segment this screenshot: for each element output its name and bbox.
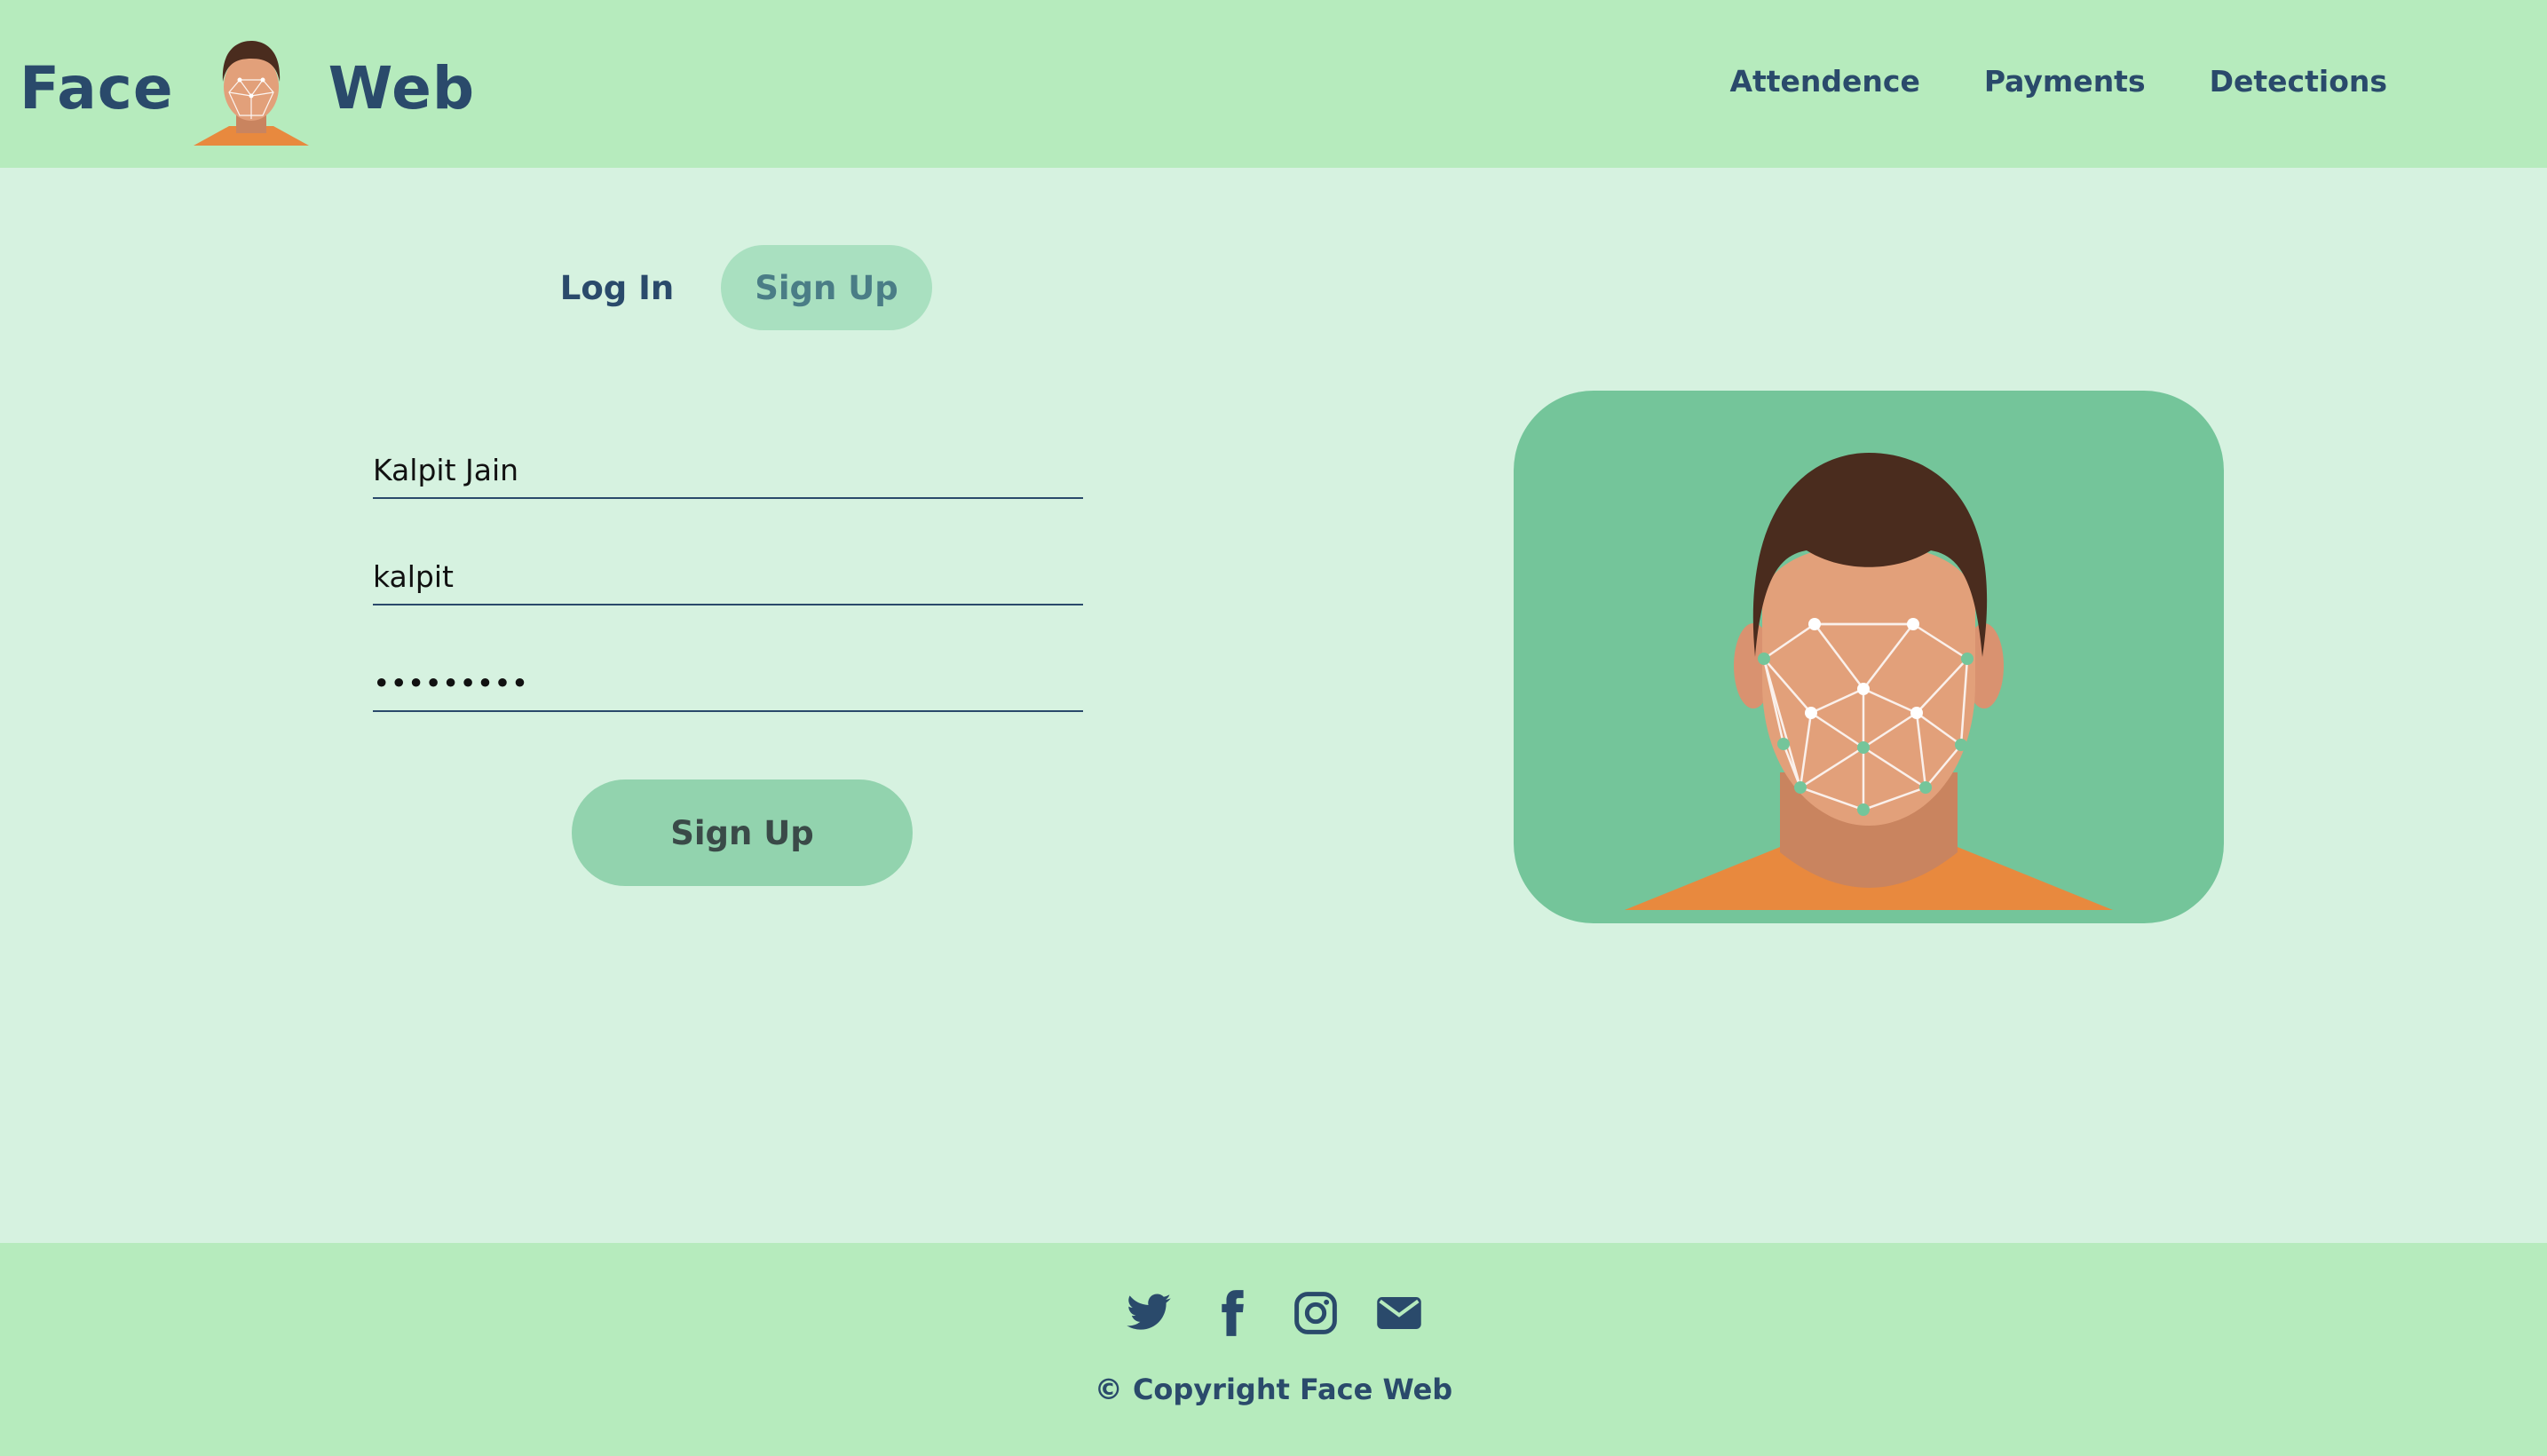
signup-button[interactable]: Sign Up xyxy=(572,779,913,886)
facebook-icon[interactable] xyxy=(1208,1289,1256,1337)
username-field[interactable] xyxy=(373,549,1083,605)
email-icon[interactable] xyxy=(1375,1289,1423,1337)
face-illustration xyxy=(1514,391,2224,923)
face-scan-icon xyxy=(193,41,309,146)
tab-signup[interactable]: Sign Up xyxy=(721,245,932,330)
main-nav: Attendence Payments Detections xyxy=(1729,64,2387,99)
brand-logo[interactable]: Face Web xyxy=(20,30,475,146)
social-links xyxy=(0,1289,2547,1337)
instagram-icon[interactable] xyxy=(1292,1289,1340,1337)
brand-text-web: Web xyxy=(328,53,476,123)
brand-text-face: Face xyxy=(20,53,174,123)
auth-tabs: Log In Sign Up xyxy=(550,245,932,330)
nav-attendence[interactable]: Attendence xyxy=(1729,64,1919,99)
footer: © Copyright Face Web xyxy=(0,1243,2547,1456)
tab-login[interactable]: Log In xyxy=(550,245,684,330)
password-field[interactable] xyxy=(373,655,1083,712)
nav-detections[interactable]: Detections xyxy=(2210,64,2387,99)
face-recognition-icon xyxy=(1625,453,2113,910)
copyright-text: © Copyright Face Web xyxy=(1094,1373,1453,1406)
name-field[interactable] xyxy=(373,442,1083,499)
nav-payments[interactable]: Payments xyxy=(1984,64,2146,99)
twitter-icon[interactable] xyxy=(1125,1289,1173,1337)
header: Face Web Attendence Payments Detections xyxy=(0,0,2547,168)
